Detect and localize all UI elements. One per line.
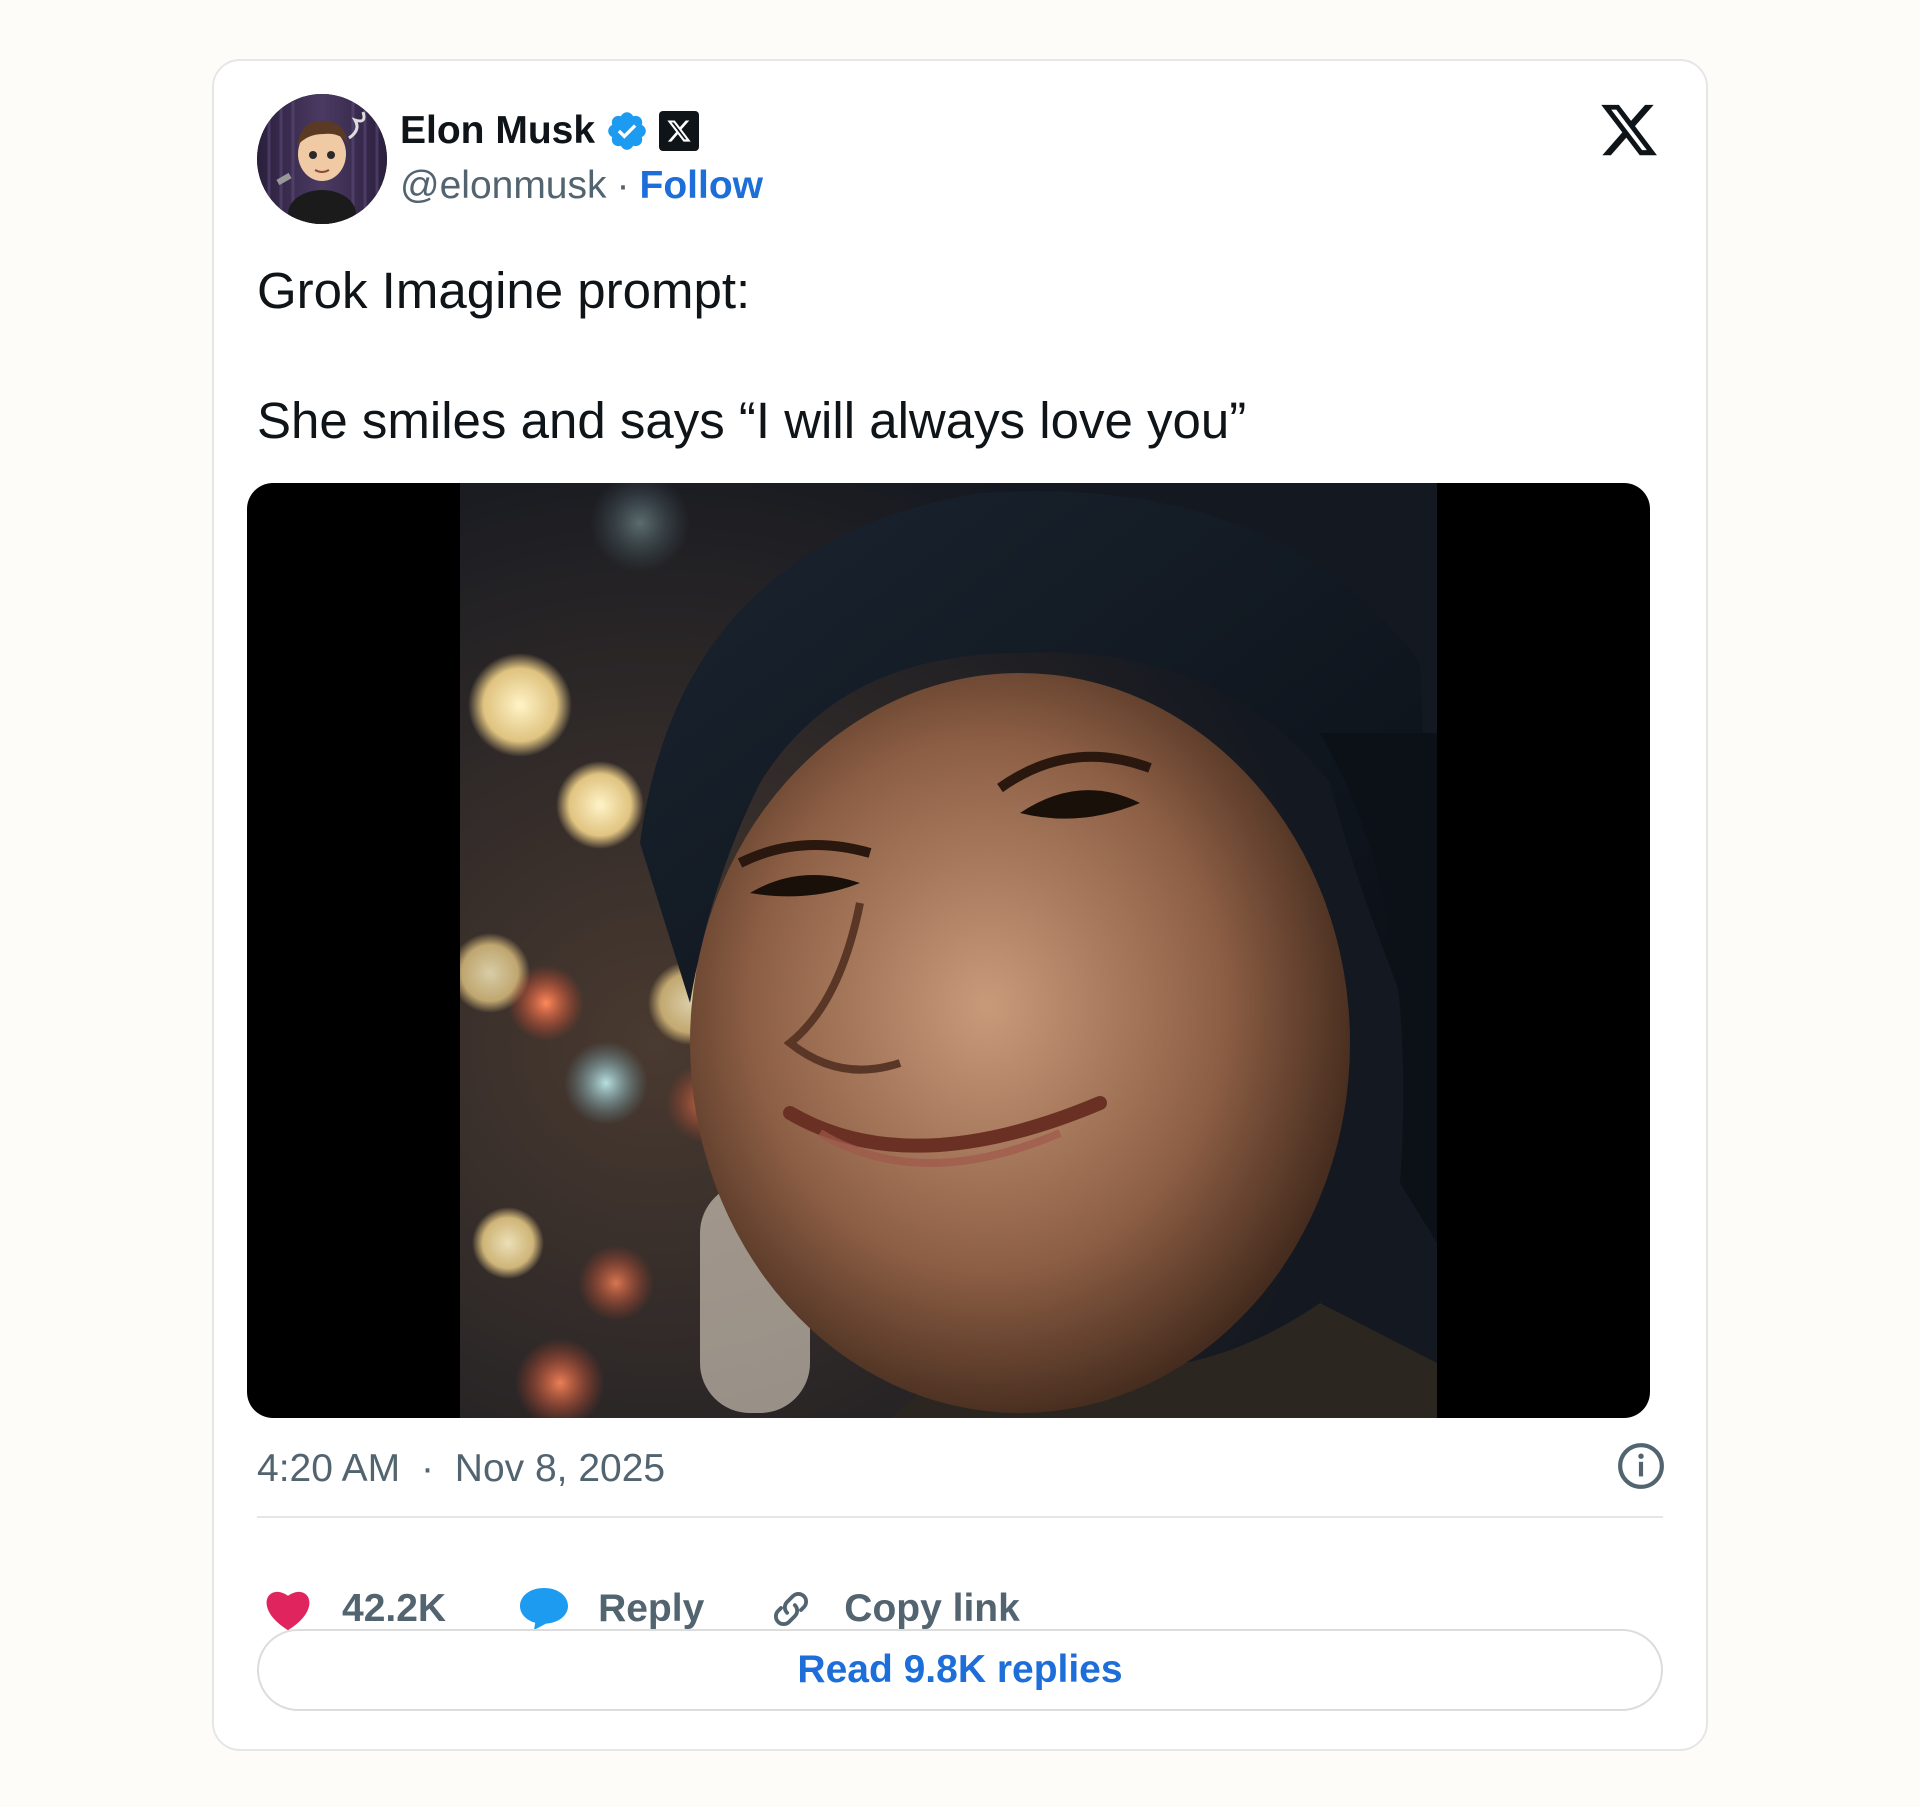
verified-badge-icon [608,112,646,150]
tweet-card: Elon Musk @elonmusk · Follow Grok Imagin… [212,59,1708,1751]
tweet-timestamp[interactable]: 4:20 AM · Nov 8, 2025 [257,1447,665,1491]
tweet-paragraph: Grok Imagine prompt: [257,262,751,319]
reply-bubble-icon [520,1588,569,1630]
author-handle[interactable]: @elonmusk [400,164,607,208]
tweet-video[interactable] [247,483,1650,1418]
divider [257,1516,1663,1518]
avatar[interactable] [257,94,387,224]
like-count: 42.2K [342,1587,447,1630]
read-replies-button[interactable]: Read 9.8K replies [257,1629,1663,1711]
link-icon [774,1592,809,1626]
author-handle-row: @elonmusk · Follow [400,164,763,208]
copy-link-label: Copy link [844,1587,1020,1630]
x-logo-icon[interactable] [1598,99,1660,161]
reply-label: Reply [598,1587,705,1630]
tweet-date: Nov 8, 2025 [454,1447,666,1490]
tweet-text: Grok Imagine prompt: She smiles and says… [257,258,1657,454]
avatar-image [257,94,387,224]
reply-button[interactable]: Reply [518,1586,704,1632]
follow-button[interactable]: Follow [640,164,763,208]
video-frame [460,483,1437,1418]
tweet-paragraph: She smiles and says “I will always love … [257,392,1247,449]
tweet-time: 4:20 AM [257,1447,401,1490]
copy-link-button[interactable]: Copy link [768,1586,1020,1632]
handle-separator: · [616,164,630,207]
timestamp-separator: · [420,1447,434,1490]
info-icon[interactable] [1616,1441,1666,1491]
author-display-name[interactable]: Elon Musk [400,109,595,153]
like-button[interactable]: 42.2K [264,1587,446,1631]
heart-icon [266,1591,310,1631]
author-name-row: Elon Musk [400,103,700,159]
x-affiliate-badge-icon [659,111,700,151]
